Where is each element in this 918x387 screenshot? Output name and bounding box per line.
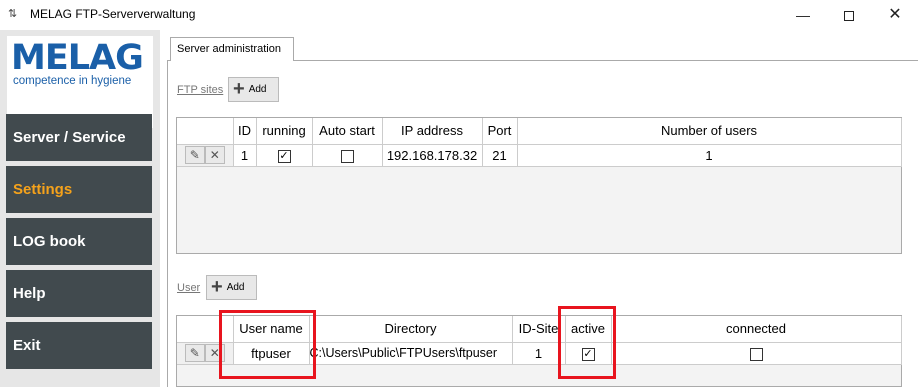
auto-start-checkbox[interactable] bbox=[340, 149, 354, 163]
nav-log-book[interactable]: LOG book bbox=[6, 218, 152, 265]
row-actions: ✎ ✕ bbox=[177, 144, 234, 167]
cell-id-site: 1 bbox=[512, 342, 566, 365]
users-header-row: User name Directory ID-Site active conne… bbox=[177, 316, 902, 343]
close-icon: ✕ bbox=[888, 6, 902, 23]
cell-auto-start bbox=[312, 144, 383, 167]
ftp-sites-grid: ID running Auto start IP address Port Nu… bbox=[176, 117, 902, 254]
nav-server-service[interactable]: Server / Service bbox=[6, 114, 152, 161]
cell-id: 1 bbox=[233, 144, 257, 167]
cell-ip-address: 192.168.178.32 bbox=[382, 144, 483, 167]
add-user-label: Add bbox=[226, 282, 245, 293]
col-actions bbox=[177, 118, 234, 145]
cell-active: ✓ bbox=[565, 342, 612, 365]
window-title: MELAG FTP-Serververwaltung bbox=[30, 7, 196, 21]
close-button[interactable]: ✕ bbox=[872, 0, 918, 30]
active-checkbox[interactable]: ✓ bbox=[581, 347, 595, 361]
plus-icon: + bbox=[233, 78, 245, 100]
x-icon[interactable]: ✕ bbox=[204, 344, 225, 362]
table-row[interactable]: ✎ ✕ ftpuser C:\Users\Public\FTPUsers\ftpu… bbox=[177, 342, 902, 365]
users-table: User name Directory ID-Site active conne… bbox=[177, 316, 902, 365]
col-actions bbox=[177, 316, 234, 343]
table-row[interactable]: ✎ ✕ 1 ✓ 192.168.178.32 21 1 bbox=[177, 144, 902, 167]
maximize-icon bbox=[844, 11, 854, 22]
ftp-sites-header-row: ID running Auto start IP address Port Nu… bbox=[177, 118, 902, 145]
minimize-button[interactable]: — bbox=[780, 0, 826, 30]
cell-user-name: ftpuser bbox=[233, 342, 310, 365]
cell-running: ✓ bbox=[256, 144, 313, 167]
cell-connected bbox=[611, 342, 902, 365]
logo-wordmark: MELAG bbox=[11, 38, 144, 78]
tab-server-administration[interactable]: Server administration bbox=[170, 37, 294, 61]
col-number-of-users[interactable]: Number of users bbox=[517, 118, 902, 145]
connected-checkbox[interactable] bbox=[749, 347, 763, 361]
add-user-button[interactable]: + Add bbox=[206, 275, 257, 300]
nav-settings[interactable]: Settings bbox=[6, 166, 152, 213]
row-actions: ✎ ✕ bbox=[177, 342, 234, 365]
logo-tagline: competence in hygiene bbox=[13, 75, 132, 87]
pencil-icon[interactable]: ✎ bbox=[184, 344, 205, 362]
nav-help[interactable]: Help bbox=[6, 270, 152, 317]
col-active[interactable]: active bbox=[565, 316, 612, 343]
add-ftp-site-button[interactable]: + Add bbox=[228, 77, 279, 102]
add-ftp-site-label: Add bbox=[248, 84, 267, 95]
col-id-site[interactable]: ID-Site bbox=[512, 316, 566, 343]
col-auto-start[interactable]: Auto start bbox=[312, 118, 383, 145]
users-grid: User name Directory ID-Site active conne… bbox=[176, 315, 902, 387]
running-checkbox[interactable]: ✓ bbox=[277, 149, 291, 163]
maximize-button[interactable] bbox=[826, 0, 872, 30]
col-user-name[interactable]: User name bbox=[233, 316, 310, 343]
cell-directory: C:\Users\Public\FTPUsers\ftpuser bbox=[309, 342, 513, 365]
cell-number-of-users: 1 bbox=[517, 144, 902, 167]
ftp-sites-table: ID running Auto start IP address Port Nu… bbox=[177, 118, 902, 167]
x-icon[interactable]: ✕ bbox=[204, 146, 225, 164]
nav-exit[interactable]: Exit bbox=[6, 322, 152, 369]
app-swap-icon: ⇅ bbox=[8, 8, 18, 20]
sidebar: MELAG competence in hygiene Server / Ser… bbox=[0, 30, 160, 387]
title-bar: ⇅ MELAG FTP-Serververwaltung — ✕ bbox=[0, 0, 918, 30]
col-id[interactable]: ID bbox=[233, 118, 257, 145]
user-label[interactable]: User bbox=[177, 282, 200, 294]
col-ip-address[interactable]: IP address bbox=[382, 118, 483, 145]
col-running[interactable]: running bbox=[256, 118, 313, 145]
col-port[interactable]: Port bbox=[482, 118, 518, 145]
minimize-icon: — bbox=[796, 7, 810, 23]
ftp-sites-label[interactable]: FTP sites bbox=[177, 84, 223, 96]
col-connected[interactable]: connected bbox=[611, 316, 902, 343]
col-directory[interactable]: Directory bbox=[309, 316, 513, 343]
pencil-icon[interactable]: ✎ bbox=[184, 146, 205, 164]
plus-icon: + bbox=[211, 276, 223, 298]
cell-port: 21 bbox=[482, 144, 518, 167]
